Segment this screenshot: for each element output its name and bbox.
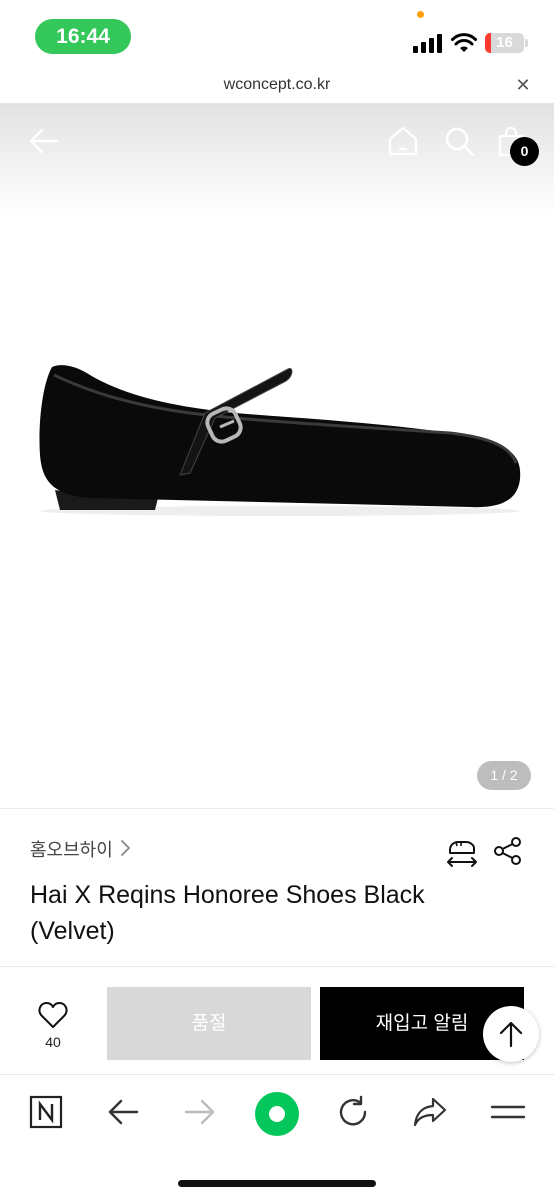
scroll-to-top-button[interactable] bbox=[483, 1006, 539, 1062]
browser-forward-icon[interactable] bbox=[183, 1095, 217, 1129]
heart-icon[interactable] bbox=[38, 1001, 68, 1029]
forward-share-icon[interactable] bbox=[413, 1095, 447, 1129]
cart-count-badge[interactable]: 0 bbox=[510, 137, 539, 166]
battery-nub bbox=[525, 39, 528, 47]
gallery-page-indicator: 1 / 2 bbox=[477, 761, 531, 790]
divider bbox=[0, 966, 554, 967]
divider bbox=[0, 808, 554, 809]
share-icon[interactable] bbox=[493, 836, 523, 866]
green-dot-icon[interactable] bbox=[254, 1091, 300, 1137]
browser-back-icon[interactable] bbox=[106, 1095, 140, 1129]
url-bar[interactable]: wconcept.co.kr ✕ bbox=[0, 66, 554, 104]
soldout-button[interactable]: 품절 bbox=[107, 987, 311, 1060]
battery-icon: 16 bbox=[485, 33, 524, 53]
naver-logo-icon[interactable] bbox=[29, 1095, 63, 1129]
refresh-icon[interactable] bbox=[336, 1095, 370, 1129]
status-bar: 16:44 16 bbox=[0, 0, 554, 66]
back-arrow-icon[interactable] bbox=[28, 126, 60, 156]
battery-level: 16 bbox=[496, 34, 513, 51]
brand-link[interactable]: 홈오브하이 bbox=[30, 836, 113, 862]
menu-icon[interactable] bbox=[490, 1095, 526, 1129]
size-guide-icon[interactable] bbox=[446, 836, 478, 868]
arrow-up-icon[interactable] bbox=[498, 1020, 524, 1048]
wishlist-button[interactable]: 40 bbox=[22, 998, 84, 1054]
wish-count: 40 bbox=[45, 1034, 61, 1050]
signal-icon bbox=[413, 34, 442, 53]
home-indicator[interactable] bbox=[178, 1180, 376, 1187]
chevron-right-icon[interactable] bbox=[118, 838, 132, 858]
product-title: Hai X Reqins Honoree Shoes Black (Velvet… bbox=[30, 881, 425, 945]
home-icon[interactable] bbox=[387, 125, 419, 157]
hero-gradient bbox=[0, 104, 554, 214]
search-icon[interactable] bbox=[444, 126, 476, 158]
close-icon[interactable]: ✕ bbox=[512, 74, 534, 96]
privacy-indicator-dot bbox=[417, 11, 424, 18]
wifi-icon bbox=[451, 33, 477, 52]
url-text[interactable]: wconcept.co.kr bbox=[0, 76, 554, 94]
product-shoe-image bbox=[39, 365, 521, 516]
status-time: 16:44 bbox=[35, 19, 131, 54]
